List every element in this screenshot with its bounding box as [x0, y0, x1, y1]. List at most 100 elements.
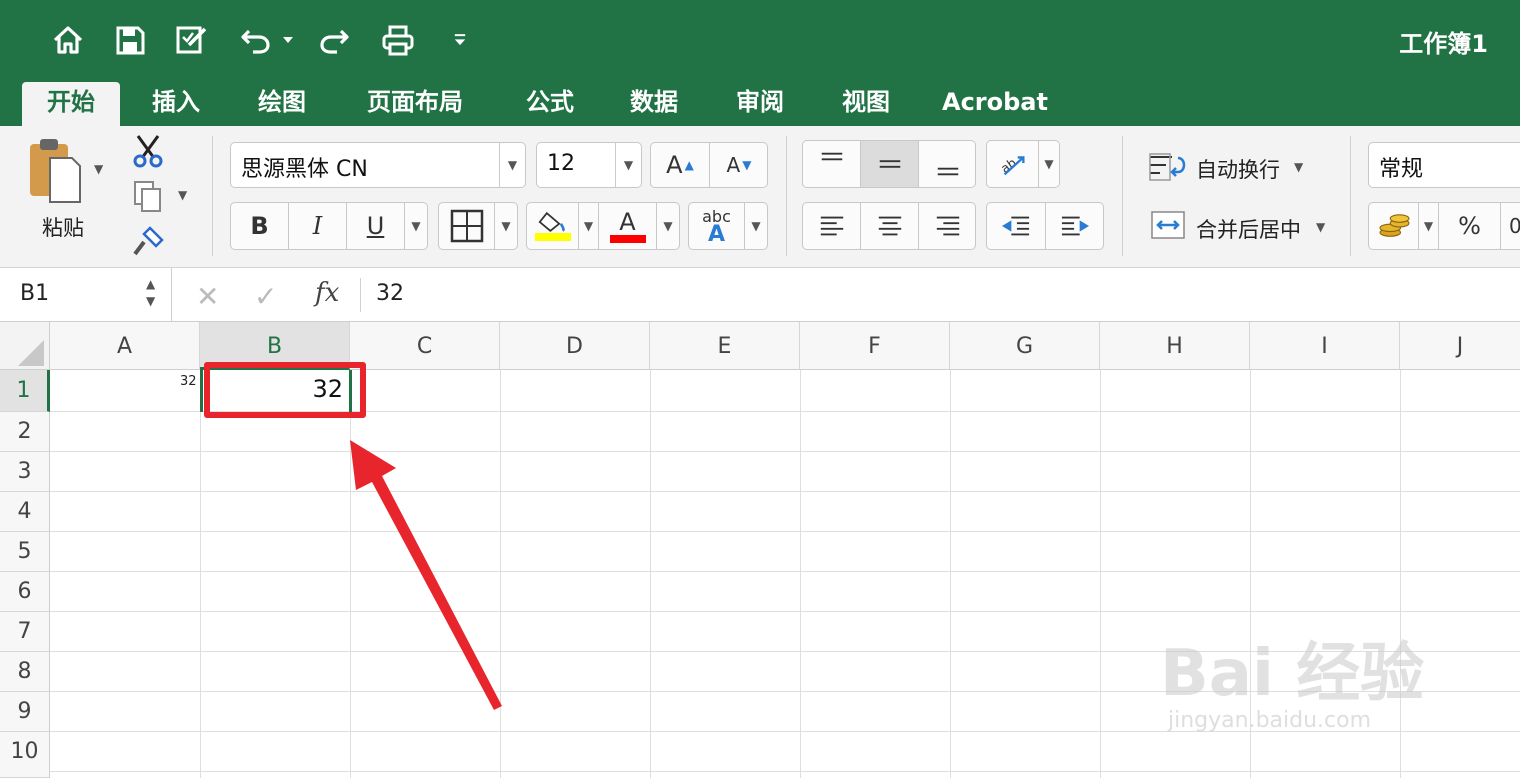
accounting-dropdown-icon[interactable]: ▼	[1419, 203, 1439, 249]
edit-icon[interactable]	[172, 20, 212, 60]
grid-line	[800, 370, 801, 778]
bold-button[interactable]: B	[231, 203, 289, 249]
row-header-6[interactable]: 6	[0, 572, 50, 612]
formula-input[interactable]: 32	[376, 281, 404, 306]
row-header-8[interactable]: 8	[0, 652, 50, 692]
fill-color-dropdown-icon[interactable]: ▼	[579, 203, 599, 249]
row-header-9[interactable]: 9	[0, 692, 50, 732]
merge-center-label[interactable]: 合并后居中	[1196, 214, 1301, 244]
column-header-d[interactable]: D	[500, 322, 650, 370]
row-header-10[interactable]: 10	[0, 732, 50, 778]
customize-toolbar-icon[interactable]	[440, 20, 480, 60]
confirm-icon[interactable]: ✓	[254, 280, 277, 313]
grid-line	[650, 370, 651, 778]
worksheet-grid[interactable]: A B C D E F G H I J 1 2 3 4 5 6 7 8 9 10…	[0, 322, 1520, 778]
borders-dropdown-icon[interactable]: ▼	[495, 203, 517, 249]
text-orientation-icon[interactable]: ab	[987, 141, 1039, 187]
wrap-text-icon[interactable]	[1148, 152, 1190, 182]
tab-acrobat[interactable]: Acrobat	[940, 82, 1050, 126]
color-group: ▼ A ▼	[526, 202, 680, 250]
row-header-3[interactable]: 3	[0, 452, 50, 492]
number-format-select[interactable]: 常规	[1368, 142, 1520, 188]
tab-insert[interactable]: 插入	[136, 82, 216, 126]
align-right-icon[interactable]	[919, 203, 977, 249]
chevron-down-icon[interactable]: ▼	[499, 143, 525, 187]
tab-page-layout[interactable]: 页面布局	[352, 82, 478, 126]
column-header-j[interactable]: J	[1400, 322, 1520, 370]
row-header-7[interactable]: 7	[0, 612, 50, 652]
redo-icon[interactable]	[314, 20, 354, 60]
font-color-button[interactable]: A	[599, 203, 657, 249]
row-header-4[interactable]: 4	[0, 492, 50, 532]
wrap-text-dropdown-icon[interactable]: ▼	[1294, 160, 1303, 174]
align-top-icon[interactable]	[803, 141, 861, 187]
cut-icon[interactable]	[130, 132, 166, 168]
undo-dropdown-icon[interactable]	[276, 20, 300, 60]
comma-style-button[interactable]: 0	[1501, 203, 1520, 249]
borders-icon[interactable]	[439, 203, 495, 249]
italic-button[interactable]: I	[289, 203, 347, 249]
select-all-corner[interactable]	[0, 322, 50, 370]
tab-data[interactable]: 数据	[614, 82, 694, 126]
save-icon[interactable]	[110, 20, 150, 60]
font-size-value: 12	[547, 151, 575, 176]
underline-dropdown-icon[interactable]: ▼	[405, 203, 427, 249]
name-box-stepper-icon[interactable]: ▲ ▼	[146, 276, 155, 310]
align-left-icon[interactable]	[803, 203, 861, 249]
formula-divider	[360, 278, 361, 312]
merge-center-dropdown-icon[interactable]: ▼	[1316, 220, 1325, 234]
column-header-i[interactable]: I	[1250, 322, 1400, 370]
wrap-text-label[interactable]: 自动换行	[1196, 154, 1280, 184]
number-format-group: ▼ % 0	[1368, 202, 1520, 250]
column-header-h[interactable]: H	[1100, 322, 1250, 370]
tab-formulas[interactable]: 公式	[510, 82, 590, 126]
orientation-dropdown-icon[interactable]: ▼	[1039, 141, 1059, 187]
shrink-font-button[interactable]: A ▼	[710, 143, 768, 187]
paste-icon[interactable]	[24, 136, 88, 206]
font-size-select[interactable]: 12 ▼	[536, 142, 642, 188]
column-header-c[interactable]: C	[350, 322, 500, 370]
paste-dropdown-icon[interactable]: ▼	[94, 162, 103, 176]
column-header-a[interactable]: A	[50, 322, 200, 370]
print-icon[interactable]	[378, 20, 418, 60]
phonetic-letter: A	[707, 222, 726, 247]
decrease-indent-icon[interactable]	[987, 203, 1046, 249]
grow-font-button[interactable]: A ▲	[651, 143, 710, 187]
insert-function-icon[interactable]: fx	[315, 278, 339, 308]
copy-dropdown-icon[interactable]: ▼	[178, 188, 187, 202]
cancel-icon[interactable]: ✕	[196, 280, 219, 313]
tab-view[interactable]: 视图	[826, 82, 906, 126]
phonetic-dropdown-icon[interactable]: ▼	[745, 203, 767, 249]
align-center-icon[interactable]	[861, 203, 919, 249]
column-header-g[interactable]: G	[950, 322, 1100, 370]
tab-review[interactable]: 审阅	[720, 82, 800, 126]
increase-indent-icon[interactable]	[1046, 203, 1104, 249]
name-box[interactable]: B1 ▲ ▼	[0, 268, 172, 321]
percent-button[interactable]: %	[1439, 203, 1501, 249]
copy-icon[interactable]	[132, 180, 164, 212]
align-middle-icon[interactable]	[861, 141, 919, 187]
format-painter-icon[interactable]	[132, 224, 166, 258]
accounting-format-icon[interactable]	[1369, 203, 1419, 249]
font-color-dropdown-icon[interactable]: ▼	[657, 203, 679, 249]
row-header-5[interactable]: 5	[0, 532, 50, 572]
row-header-1[interactable]: 1	[0, 370, 50, 412]
fill-color-button[interactable]	[527, 203, 579, 249]
column-header-f[interactable]: F	[800, 322, 950, 370]
home-icon[interactable]	[48, 20, 88, 60]
undo-icon[interactable]	[236, 20, 276, 60]
phonetic-guide-button[interactable]: abc A	[689, 203, 745, 249]
tab-home[interactable]: 开始	[22, 82, 120, 126]
cell-a1[interactable]: 32	[180, 374, 197, 389]
ribbon: ▼ 粘贴 ▼ 思源黑体 CN ▼ 12 ▼ A▲ A▼ B I U ▼ ▼	[0, 126, 1520, 268]
grid-line	[1400, 370, 1401, 778]
tab-draw[interactable]: 绘图	[242, 82, 322, 126]
underline-button[interactable]: U	[347, 203, 405, 249]
merge-center-icon[interactable]	[1150, 210, 1186, 240]
font-name-select[interactable]: 思源黑体 CN ▼	[230, 142, 526, 188]
align-bottom-icon[interactable]	[919, 141, 977, 187]
column-header-e[interactable]: E	[650, 322, 800, 370]
name-box-value: B1	[20, 281, 50, 306]
chevron-down-icon[interactable]: ▼	[615, 143, 641, 187]
row-header-2[interactable]: 2	[0, 412, 50, 452]
